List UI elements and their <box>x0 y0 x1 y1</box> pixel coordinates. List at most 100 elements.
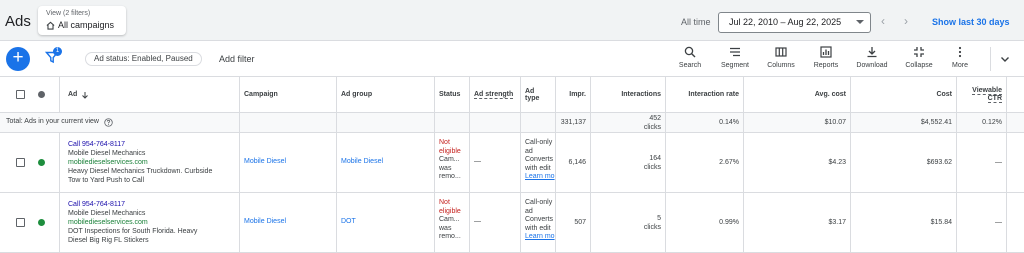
row-checkbox[interactable] <box>16 158 25 167</box>
reports-label: Reports <box>813 62 839 69</box>
total-label-cell: Total: Ads in your current view <box>0 113 240 132</box>
ad-type-line-1: Call-only <box>525 139 553 146</box>
status-line-3: Cam... <box>439 216 460 223</box>
chevron-right-icon[interactable]: › <box>904 15 914 29</box>
header-ad-type-label-1: Ad <box>525 87 535 95</box>
header-status[interactable]: Status <box>435 77 470 112</box>
table-row[interactable]: Call 954-764-8117 Mobile Diesel Mechanic… <box>0 133 1024 193</box>
add-button[interactable]: + <box>6 47 30 71</box>
chevron-down-icon[interactable] <box>999 53 1011 65</box>
table-header-row: Ad Campaign Ad group Status Ad strength … <box>0 77 1024 113</box>
learn-more-link[interactable]: Learn mo <box>525 233 555 242</box>
avg-cost-cell: $3.17 <box>744 193 851 252</box>
status-cell[interactable]: Not eligible Cam... was remo... <box>435 133 470 192</box>
campaign-link[interactable]: Mobile Diesel <box>244 218 286 227</box>
help-icon[interactable] <box>104 118 113 127</box>
learn-more-link[interactable]: Learn mo <box>525 173 555 182</box>
status-cell[interactable]: Not eligible Cam... was remo... <box>435 193 470 252</box>
view-filter-count: View (2 filters) <box>46 10 91 17</box>
columns-button[interactable]: Columns <box>759 46 803 69</box>
status-line-4: was <box>439 164 452 172</box>
chevron-left-icon[interactable]: ‹ <box>881 15 891 29</box>
header-viewable-ctr-label-2: CTR <box>987 94 1002 103</box>
interaction-rate-cell: 0.99% <box>666 193 744 252</box>
status-line-5: remo... <box>439 233 461 240</box>
impr-cell: 507 <box>556 193 591 252</box>
header-interaction-rate[interactable]: Interaction rate <box>666 77 744 112</box>
download-button[interactable]: Download <box>850 46 894 69</box>
status-line-2: eligible <box>439 147 461 155</box>
status-line-3: Cam... <box>439 156 460 163</box>
header-avg-cost[interactable]: Avg. cost <box>744 77 851 112</box>
download-label: Download <box>856 62 888 69</box>
ad-type-line-4: with edit <box>525 224 551 232</box>
header-impr[interactable]: Impr. <box>556 77 591 112</box>
ad-description-1: DOT Inspections for South Florida. Heavy <box>68 228 198 235</box>
total-interactions-value: 452 <box>649 114 661 122</box>
search-label: Search <box>678 62 702 69</box>
home-icon <box>46 21 55 30</box>
ad-strength-value: — <box>474 158 481 166</box>
show-last-30-days-button[interactable]: Show last 30 days <box>932 17 1010 27</box>
viewable-ctr-cell: — <box>957 193 1007 252</box>
collapse-button[interactable]: Collapse <box>897 46 941 69</box>
total-label: Total: Ads in your current view <box>6 118 99 126</box>
header-interaction-rate-label: Interaction rate <box>688 91 739 98</box>
header-cost-label: Cost <box>936 91 952 98</box>
status-line-5: remo... <box>439 173 461 180</box>
total-impr: 331,137 <box>556 113 591 132</box>
total-viewable-ctr-value: 0.12% <box>982 119 1002 126</box>
header-cost[interactable]: Cost <box>851 77 957 112</box>
ad-description-1: Heavy Diesel Mechanics Truckdown. Curbsi… <box>68 168 213 175</box>
ad-preview-cell[interactable]: Call 954-764-8117 Mobile Diesel Mechanic… <box>60 193 240 252</box>
ad-type-cell: Call-only ad Converts with edit Learn mo <box>521 193 556 252</box>
table-toolbar: + 1 Ad status: Enabled, Paused Add filte… <box>0 41 1024 77</box>
total-impr-value: 331,137 <box>560 119 586 126</box>
ad-group-link[interactable]: DOT <box>341 218 356 227</box>
header-viewable-ctr-label-1: Viewable <box>972 86 1002 95</box>
header-ad-group[interactable]: Ad group <box>337 77 435 112</box>
reports-icon <box>820 46 832 58</box>
header-interactions[interactable]: Interactions <box>591 77 666 112</box>
total-cost: $4,552.41 <box>851 113 957 132</box>
header-ad-strength[interactable]: Ad strength <box>470 77 521 112</box>
ad-business-name: Mobile Diesel Mechanics <box>68 150 146 157</box>
filter-chip-ad-status[interactable]: Ad status: Enabled, Paused <box>85 52 202 66</box>
more-button[interactable]: More <box>938 46 982 69</box>
campaign-link[interactable]: Mobile Diesel <box>244 158 286 167</box>
search-button[interactable]: Search <box>668 46 712 69</box>
viewable-ctr-value: — <box>995 159 1002 166</box>
total-ad-strength-cell <box>470 113 521 132</box>
ad-preview: Call 954-764-8117 Mobile Diesel Mechanic… <box>68 200 238 245</box>
header-avg-cost-label: Avg. cost <box>814 91 846 98</box>
ad-group-cell: DOT <box>337 193 435 252</box>
select-all-checkbox[interactable] <box>16 90 25 99</box>
header-campaign[interactable]: Campaign <box>240 77 337 112</box>
view-selector[interactable]: View (2 filters) All campaigns <box>38 6 126 35</box>
total-interactions: 452 clicks <box>591 113 666 132</box>
segment-icon <box>730 47 740 57</box>
reports-button[interactable]: Reports <box>804 46 848 69</box>
date-range-picker[interactable]: Jul 22, 2010 – Aug 22, 2025 <box>718 12 871 33</box>
header-ad[interactable]: Ad <box>60 77 240 112</box>
header-ad-label: Ad <box>68 91 78 98</box>
date-range-value: Jul 22, 2010 – Aug 22, 2025 <box>729 17 842 27</box>
segment-button[interactable]: Segment <box>713 46 757 69</box>
header-viewable-ctr[interactable]: Viewable CTR <box>957 77 1007 112</box>
row-checkbox[interactable] <box>16 218 25 227</box>
row-select-cell <box>0 193 60 252</box>
cost-value: $693.62 <box>926 159 952 166</box>
search-icon <box>684 46 696 58</box>
header-ad-group-label: Ad group <box>341 91 373 98</box>
status-enabled-dot[interactable] <box>38 159 45 166</box>
interactions-value: 164 <box>649 154 661 162</box>
ad-preview-cell[interactable]: Call 954-764-8117 Mobile Diesel Mechanic… <box>60 133 240 192</box>
status-enabled-dot[interactable] <box>38 219 45 226</box>
top-bar: Ads View (2 filters) All campaigns All t… <box>0 0 1024 41</box>
ad-preview: Call 954-764-8117 Mobile Diesel Mechanic… <box>68 140 238 185</box>
ad-group-link[interactable]: Mobile Diesel <box>341 158 383 167</box>
total-ad-group-cell <box>337 113 435 132</box>
add-filter-button[interactable]: Add filter <box>219 54 255 64</box>
header-ad-type[interactable]: Ad type <box>521 77 556 112</box>
table-row[interactable]: Call 954-764-8117 Mobile Diesel Mechanic… <box>0 193 1024 253</box>
